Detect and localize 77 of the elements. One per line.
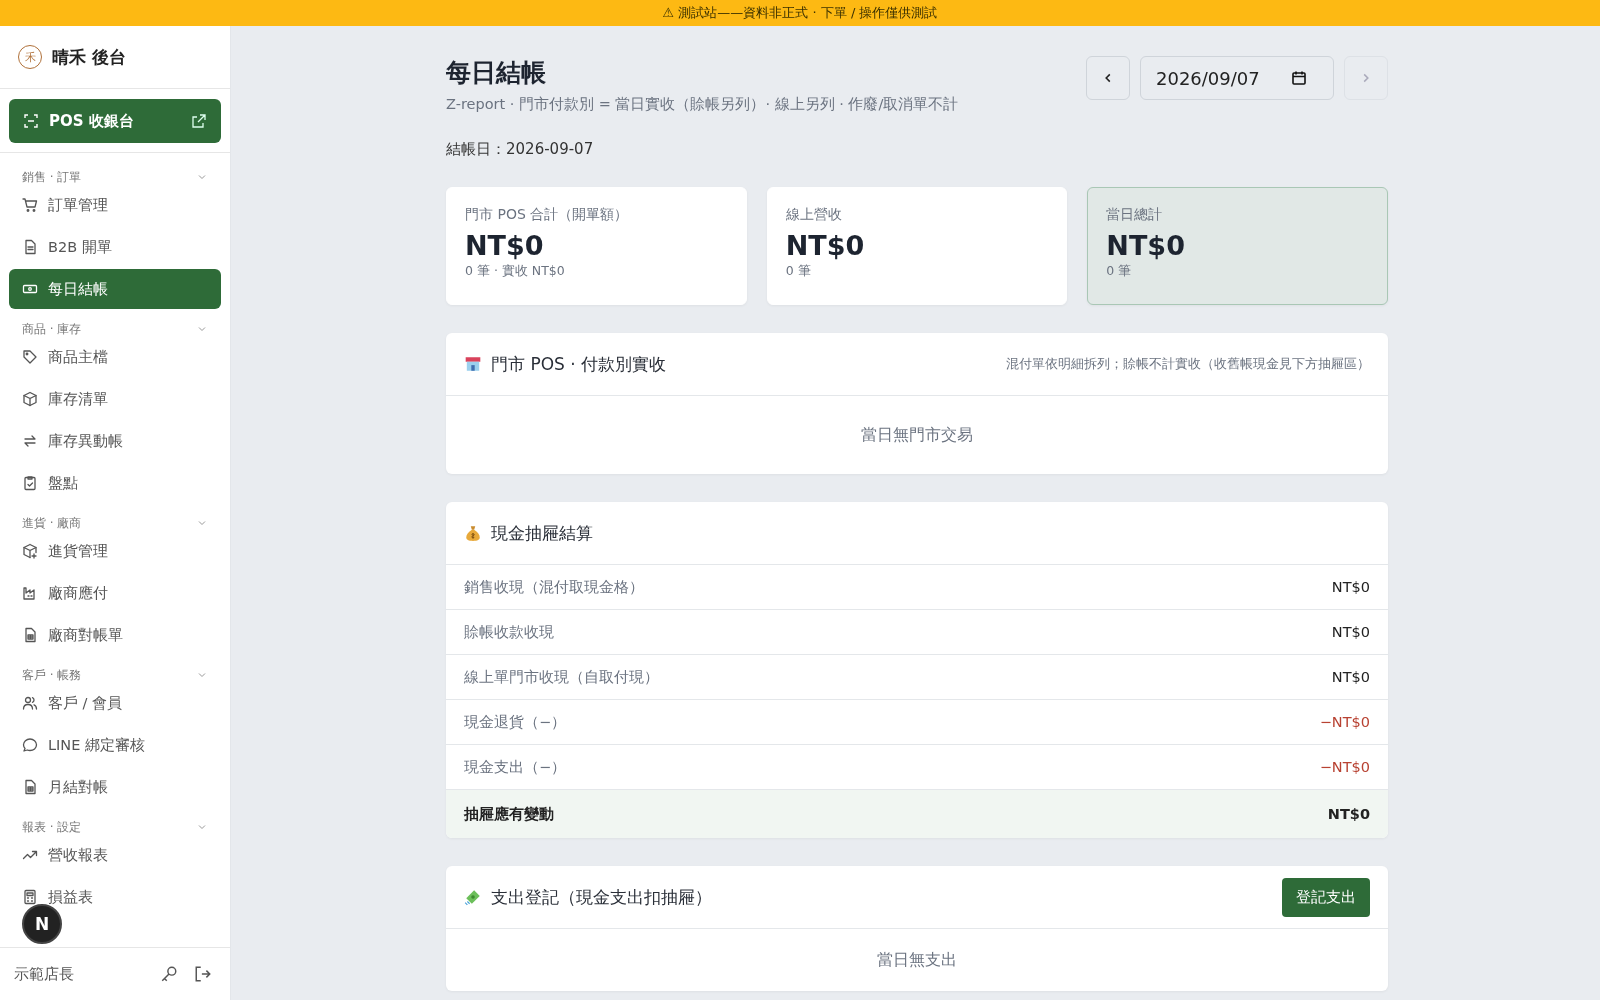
row-label: 抽屜應有變動 <box>464 804 554 824</box>
closing-date: 結帳日：2026-09-07 <box>446 140 595 159</box>
chat-bubble-icon <box>22 737 38 753</box>
nav-item[interactable]: 營收報表 <box>9 835 221 875</box>
flying-money-icon <box>464 888 482 906</box>
nav-item[interactable]: 庫存清單 <box>9 379 221 419</box>
cart-icon <box>22 197 38 213</box>
nav-item[interactable]: B2B 開單 <box>9 227 221 267</box>
nav-item[interactable]: 廠商對帳單 <box>9 615 221 655</box>
card-amount: NT$0 <box>1106 230 1186 261</box>
nav-item[interactable]: 客戶 / 會員 <box>9 683 221 723</box>
section-title: 支出登記（現金支出扣抽屜） <box>491 885 713 909</box>
row-amount: NT$0 <box>1331 579 1370 595</box>
page-subtitle: Z-report · 門市付款別 = 當日實收（賒帳另列）· 線上另列 · 作廢/取消單不計 <box>446 95 959 114</box>
banner-text: ⚠ 測試站——資料非正式 · 下單 / 操作僅供測試 <box>662 4 938 22</box>
row-amount: −NT$0 <box>1319 714 1370 730</box>
row-label: 線上單門市收現（自取付現） <box>464 667 659 687</box>
users-icon <box>22 695 38 711</box>
spreadsheet-icon <box>22 627 38 643</box>
card-detail: 0 筆 · 實收 NT$0 <box>465 263 566 280</box>
external-link-icon <box>191 113 207 129</box>
card-amount: NT$0 <box>785 230 866 261</box>
row-label: 銷售收現（混付取現金格） <box>464 577 644 597</box>
row-label: 現金支出（−） <box>464 757 567 777</box>
empty-message: 當日無門市交易 <box>860 423 974 446</box>
card-amount: NT$0 <box>465 230 545 261</box>
date-field[interactable]: 2026/09/07 <box>1140 56 1334 100</box>
brand-name: 晴禾 後台 <box>52 45 126 69</box>
row-amount: NT$0 <box>1331 669 1370 685</box>
nav-item[interactable]: 商品主檔 <box>9 337 221 377</box>
nav-item[interactable]: 月結對帳 <box>9 767 221 807</box>
nav-item[interactable]: 廠商應付 <box>9 573 221 613</box>
nav-group-header[interactable]: 商品 · 庫存 <box>9 311 221 337</box>
tag-icon <box>22 349 38 365</box>
empty-message: 當日無支出 <box>876 948 958 971</box>
card-label: 門市 POS 合計（開單額） <box>465 206 630 224</box>
row-label: 現金退貨（−） <box>464 712 567 732</box>
nav-group-header[interactable]: 進貨 · 廠商 <box>9 505 221 531</box>
section-title: 門市 POS · 付款別實收 <box>491 352 668 376</box>
box-plus-icon <box>22 543 38 559</box>
nav-item[interactable]: LINE 綁定審核 <box>9 725 221 765</box>
document-icon <box>22 239 38 255</box>
swap-arrows-icon <box>22 433 38 449</box>
nav-item[interactable]: 訂單管理 <box>9 185 221 225</box>
nav-item[interactable]: 庫存異動帳 <box>9 421 221 461</box>
store-icon <box>464 355 482 373</box>
row-amount: NT$0 <box>1331 624 1370 640</box>
nav-group-header[interactable]: 客戶 · 帳務 <box>9 657 221 683</box>
row-amount: −NT$0 <box>1319 759 1370 775</box>
nav-group-header[interactable]: 報表 · 設定 <box>9 809 221 835</box>
calculator-icon <box>22 889 38 905</box>
box-icon <box>22 391 38 407</box>
nav-group-header[interactable]: 銷售 · 訂單 <box>9 159 221 185</box>
user-name: 示範店長 <box>14 964 75 984</box>
card-detail: 0 筆 <box>785 263 812 280</box>
add-expense-button[interactable]: 登記支出 <box>1282 877 1370 917</box>
key-icon[interactable] <box>160 965 178 983</box>
section-note: 混付單依明細拆列；賒帳不計實收（收舊帳現金見下方抽屜區） <box>1006 355 1370 373</box>
dev-badge[interactable]: N <box>22 904 62 944</box>
spreadsheet-icon <box>22 779 38 795</box>
nav-item[interactable]: 盤點 <box>9 463 221 503</box>
nav-item[interactable]: 每日結帳 <box>9 269 221 309</box>
pos-button[interactable]: POS 收銀台 <box>9 99 221 143</box>
clipboard-icon <box>22 475 38 491</box>
card-label: 線上營收 <box>785 206 843 224</box>
page-title: 每日結帳 <box>446 57 547 89</box>
card-detail: 0 筆 <box>1106 263 1133 280</box>
factory-icon <box>22 585 38 601</box>
money-bag-icon <box>464 524 482 542</box>
calendar-icon <box>1291 70 1307 86</box>
scan-icon <box>23 113 39 129</box>
card-label: 當日總計 <box>1106 206 1164 224</box>
row-amount: NT$0 <box>1327 806 1370 822</box>
row-label: 賒帳收款收現 <box>464 622 554 642</box>
logout-icon[interactable] <box>194 965 212 983</box>
nav-item[interactable]: 進貨管理 <box>9 531 221 571</box>
section-title: 現金抽屜結算 <box>491 521 594 545</box>
